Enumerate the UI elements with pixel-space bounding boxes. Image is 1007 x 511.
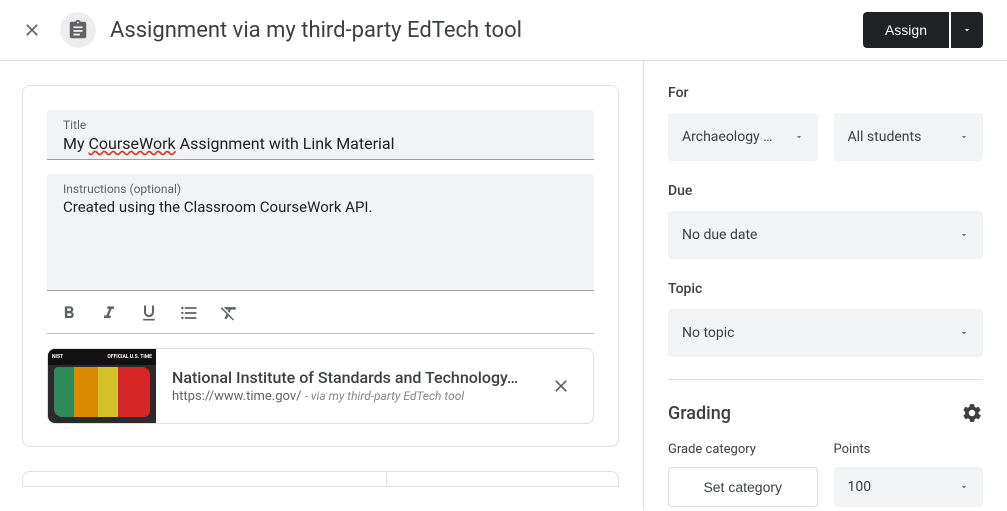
attachment-card[interactable]: NIST OFFICIAL U.S. TIME National Institu… bbox=[47, 348, 594, 424]
topic-label: Topic bbox=[668, 281, 983, 297]
close-icon bbox=[551, 376, 571, 396]
instructions-label: Instructions (optional) bbox=[63, 182, 578, 196]
caret-down-icon bbox=[959, 230, 969, 240]
italic-button[interactable] bbox=[97, 301, 121, 325]
gear-icon bbox=[961, 402, 983, 424]
remove-attachment-button[interactable] bbox=[537, 362, 585, 410]
class-select[interactable]: Archaeology … bbox=[668, 113, 818, 161]
attachment-via: - via my third-party EdTech tool bbox=[305, 389, 464, 403]
students-select[interactable]: All students bbox=[834, 113, 984, 161]
points-select[interactable]: 100 bbox=[834, 467, 984, 507]
secondary-card bbox=[22, 471, 619, 487]
body: Title My CourseWork Assignment with Link… bbox=[0, 61, 1007, 510]
for-label: For bbox=[668, 85, 983, 101]
assign-button-group: Assign bbox=[863, 12, 983, 48]
grade-category-label: Grade category bbox=[668, 442, 818, 457]
bullet-list-button[interactable] bbox=[177, 301, 201, 325]
header: Assignment via my third-party EdTech too… bbox=[0, 0, 1007, 61]
instructions-input[interactable]: Created using the Classroom CourseWork A… bbox=[63, 196, 578, 284]
attachment-url: https://www.time.gov/ bbox=[172, 389, 302, 404]
assignment-card: Title My CourseWork Assignment with Link… bbox=[22, 85, 619, 447]
points-column: Points 100 bbox=[834, 442, 984, 507]
topic-select[interactable]: No topic bbox=[668, 309, 983, 357]
attachment-info: National Institute of Standards and Tech… bbox=[156, 368, 537, 404]
sidebar: For Archaeology … All students Due No du… bbox=[644, 61, 1007, 510]
underline-button[interactable] bbox=[137, 301, 161, 325]
title-field[interactable]: Title My CourseWork Assignment with Link… bbox=[47, 110, 594, 160]
instructions-field[interactable]: Instructions (optional) Created using th… bbox=[47, 174, 594, 291]
assign-dropdown-button[interactable] bbox=[951, 12, 983, 48]
page-title: Assignment via my third-party EdTech too… bbox=[110, 18, 863, 43]
due-date-select[interactable]: No due date bbox=[668, 211, 983, 259]
close-icon[interactable] bbox=[20, 18, 44, 42]
title-input[interactable]: My CourseWork Assignment with Link Mater… bbox=[63, 132, 578, 153]
clear-format-button[interactable] bbox=[217, 301, 241, 325]
caret-down-icon bbox=[959, 328, 969, 338]
caret-down-icon bbox=[794, 132, 804, 142]
attachment-thumbnail: NIST OFFICIAL U.S. TIME bbox=[48, 349, 156, 423]
caret-down-icon bbox=[959, 482, 969, 492]
title-label: Title bbox=[63, 118, 578, 132]
assignment-icon bbox=[60, 12, 96, 48]
caret-down-icon bbox=[962, 25, 972, 35]
grading-settings-button[interactable] bbox=[961, 402, 983, 424]
due-label: Due bbox=[668, 183, 983, 199]
format-toolbar bbox=[47, 291, 594, 334]
grading-header: Grading bbox=[668, 379, 983, 424]
assign-button[interactable]: Assign bbox=[863, 12, 949, 48]
grading-label: Grading bbox=[668, 403, 731, 424]
caret-down-icon bbox=[959, 132, 969, 142]
spellcheck-word: CourseWork bbox=[89, 134, 176, 153]
bold-button[interactable] bbox=[57, 301, 81, 325]
grade-category-column: Grade category Set category bbox=[668, 442, 818, 507]
attachment-title: National Institute of Standards and Tech… bbox=[172, 368, 521, 387]
editor-pane: Title My CourseWork Assignment with Link… bbox=[0, 61, 644, 510]
points-label: Points bbox=[834, 442, 984, 457]
set-category-button[interactable]: Set category bbox=[668, 467, 818, 507]
